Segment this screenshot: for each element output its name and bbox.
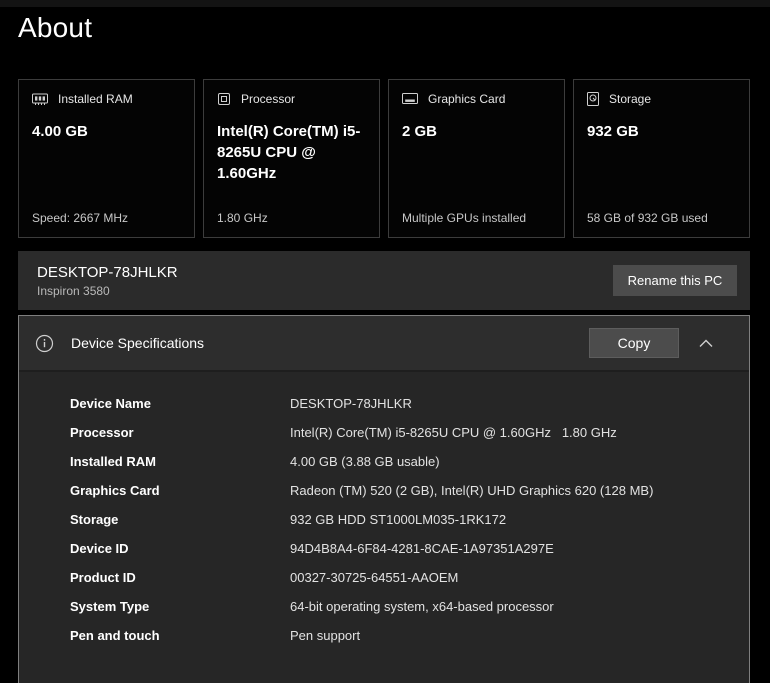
summary-card: Installed RAM 4.00 GB Speed: 2667 MHz: [18, 79, 195, 238]
processor-icon: [217, 92, 231, 106]
card-value: Intel(R) Core(TM) i5-8265U CPU @ 1.60GHz: [217, 123, 361, 182]
spec-value: Radeon (TM) 520 (2 GB), Intel(R) UHD Gra…: [290, 483, 654, 498]
device-specifications-table: Device Name DESKTOP-78JHLKR Processor In…: [19, 372, 749, 650]
spec-value: 4.00 GB (3.88 GB usable): [290, 454, 440, 469]
card-label: Storage: [609, 92, 652, 106]
device-name-block: DESKTOP-78JHLKR Inspiron 3580: [37, 264, 178, 298]
card-header: Installed RAM: [32, 92, 181, 106]
spec-label: Device ID: [70, 541, 129, 556]
spec-row: Graphics Card Radeon (TM) 520 (2 GB), In…: [70, 476, 749, 505]
spec-label: Product ID: [70, 570, 136, 585]
spec-label: Processor: [70, 425, 134, 440]
ram-icon: [32, 93, 48, 106]
card-header: Storage: [587, 92, 736, 106]
spec-value: 932 GB HDD ST1000LM035-1RK172: [290, 512, 507, 527]
card-header: Graphics Card: [402, 92, 551, 106]
spec-row: Pen and touch Pen support: [70, 621, 749, 650]
spec-value: 94D4B8A4-6F84-4281-8CAE-1A97351A297E: [290, 541, 554, 556]
about-content: About Installed RAM 4.00 GB Speed: 2667 …: [18, 0, 750, 683]
spec-row: Installed RAM 4.00 GB (3.88 GB usable): [70, 447, 749, 476]
chevron-up-icon: [699, 339, 713, 348]
spec-label: Storage: [70, 512, 119, 527]
device-name-bar: DESKTOP-78JHLKR Inspiron 3580 Rename thi…: [18, 251, 750, 310]
summary-card: Storage 932 GB 58 GB of 932 GB used: [573, 79, 750, 238]
spec-value: 64-bit operating system, x64-based proce…: [290, 599, 554, 614]
spec-row: Product ID 00327-30725-64551-AAOEM: [70, 563, 749, 592]
spec-label: Pen and touch: [70, 628, 160, 643]
spec-row: Device Name DESKTOP-78JHLKR: [70, 389, 749, 418]
card-footnote: 1.80 GHz: [217, 211, 268, 225]
spec-label: System Type: [70, 599, 150, 614]
settings-about-page: About Installed RAM 4.00 GB Speed: 2667 …: [0, 0, 770, 683]
spec-value: 00327-30725-64551-AAOEM: [290, 570, 459, 585]
summary-cards: Installed RAM 4.00 GB Speed: 2667 MHz Pr…: [18, 79, 750, 238]
summary-card: Processor Intel(R) Core(TM) i5-8265U CPU…: [203, 79, 380, 238]
card-footnote: Speed: 2667 MHz: [32, 211, 129, 225]
spec-row: System Type 64-bit operating system, x64…: [70, 592, 749, 621]
spec-label: Device Name: [70, 396, 151, 411]
card-label: Graphics Card: [428, 92, 506, 106]
info-icon: [35, 334, 54, 353]
page-title: About: [18, 12, 93, 43]
spec-value: Intel(R) Core(TM) i5-8265U CPU @ 1.60GHz…: [290, 425, 617, 440]
collapse-section-button[interactable]: [679, 328, 733, 358]
device-specifications-title: Device Specifications: [71, 335, 205, 351]
spec-value: DESKTOP-78JHLKR: [290, 396, 412, 411]
card-footnote: 58 GB of 932 GB used: [587, 211, 708, 225]
spec-row: Processor Intel(R) Core(TM) i5-8265U CPU…: [70, 418, 749, 447]
card-value: 4.00 GB: [32, 123, 88, 140]
storage-icon: [587, 92, 599, 106]
graphics-icon: [402, 93, 418, 105]
spec-row: Storage 932 GB HDD ST1000LM035-1RK172: [70, 505, 749, 534]
spec-value: Pen support: [290, 628, 361, 643]
spec-label: Installed RAM: [70, 454, 156, 469]
summary-card: Graphics Card 2 GB Multiple GPUs install…: [388, 79, 565, 238]
rename-pc-button[interactable]: Rename this PC: [613, 265, 737, 296]
card-header: Processor: [217, 92, 366, 106]
copy-button[interactable]: Copy: [589, 328, 679, 358]
spec-row: Device ID 94D4B8A4-6F84-4281-8CAE-1A9735…: [70, 534, 749, 563]
device-model: Inspiron 3580: [37, 283, 110, 298]
card-value: 2 GB: [402, 123, 438, 140]
device-specifications-section: Device Specifications Copy Device Name D…: [18, 315, 750, 683]
card-label: Installed RAM: [58, 92, 133, 106]
card-label: Processor: [241, 92, 296, 106]
card-value: 932 GB: [587, 123, 639, 140]
device-specifications-header: Device Specifications Copy: [19, 316, 749, 372]
spec-label: Graphics Card: [70, 483, 160, 498]
card-footnote: Multiple GPUs installed: [402, 211, 527, 225]
device-name: DESKTOP-78JHLKR: [37, 263, 178, 281]
